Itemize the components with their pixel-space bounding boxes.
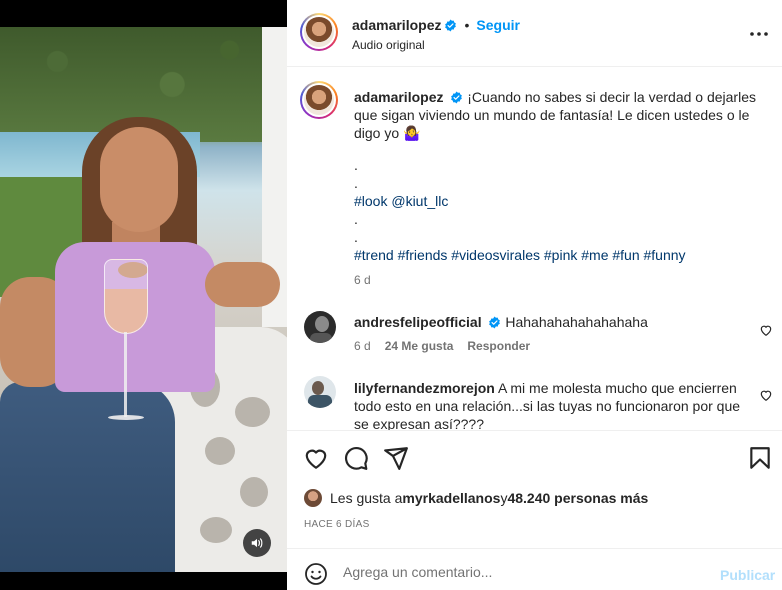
audio-label[interactable]: Audio original [352, 38, 425, 52]
comment-item: andresfelipeofficial Hahahahahahahahaha … [287, 311, 782, 371]
video-player[interactable] [0, 27, 287, 572]
comment-item: lilyfernandezmorejon A mi me molesta muc… [287, 376, 782, 430]
comment-username[interactable]: andresfelipeofficial [354, 314, 482, 330]
heart-icon[interactable] [303, 445, 329, 471]
bookmark-icon[interactable] [747, 445, 773, 471]
publish-button[interactable]: Publicar [720, 567, 775, 583]
post-date[interactable]: HACE 6 DÍAS [304, 519, 370, 530]
header-username[interactable]: adamarilopez [352, 17, 441, 33]
comment-likes-count[interactable]: 24 Me gusta [385, 339, 454, 353]
sound-toggle-button[interactable] [243, 529, 271, 557]
verified-badge-icon [445, 19, 457, 31]
add-comment-bar: Publicar [287, 548, 782, 590]
more-options-icon[interactable] [747, 24, 771, 44]
post-caption: adamarilopez ¡Cuando no sabes si decir l… [354, 88, 764, 264]
comment-body: lilyfernandezmorejon A mi me molesta muc… [354, 379, 749, 430]
wine-glass-stem [124, 332, 127, 417]
share-icon[interactable] [383, 445, 409, 471]
likes-prefix: Les gusta a [330, 490, 403, 506]
speaker-icon [251, 538, 263, 548]
comments-section[interactable]: adamarilopez ¡Cuando no sabes si decir l… [287, 68, 782, 430]
avatar[interactable] [304, 311, 336, 343]
caption-hashtags[interactable]: #trend #friends #videosvirales #pink #me… [354, 246, 764, 264]
caption-timestamp[interactable]: 6 d [354, 273, 371, 287]
reply-button[interactable]: Responder [467, 339, 530, 353]
likes-middle: y [500, 490, 508, 506]
video-person-arm [205, 262, 280, 307]
comment-input[interactable] [343, 557, 703, 587]
heart-icon[interactable] [759, 388, 773, 402]
media-panel [0, 0, 287, 590]
header-user-row: adamarilopez • Seguir [352, 17, 520, 33]
avatar[interactable] [300, 13, 338, 51]
comment-timestamp[interactable]: 6 d [354, 339, 371, 353]
wine-glass-base [108, 415, 144, 420]
comment-body: andresfelipeofficial Hahahahahahahahaha [354, 313, 749, 331]
comment-username[interactable]: lilyfernandezmorejon [354, 380, 495, 396]
comment-icon[interactable] [343, 445, 369, 471]
verified-badge-icon [489, 316, 501, 329]
separator-dot: • [464, 17, 470, 33]
caption-mention-link[interactable]: #look @kiut_llc [354, 192, 764, 210]
likes-username[interactable]: myrkadellanos [402, 490, 500, 506]
avatar[interactable] [300, 81, 338, 119]
caption-username[interactable]: adamarilopez [354, 89, 443, 105]
caption-dot: . [354, 229, 358, 245]
video-person-jeans [0, 382, 175, 572]
avatar[interactable] [304, 376, 336, 408]
verified-badge-icon [451, 91, 463, 104]
likes-summary[interactable]: Les gusta a myrkadellanos y 48.240 perso… [304, 489, 648, 507]
emoji-icon[interactable] [304, 562, 328, 586]
post-header: adamarilopez • Seguir Audio original [287, 0, 782, 67]
liker-avatar[interactable] [304, 489, 322, 507]
wine-glass [104, 259, 148, 334]
comment-text: Hahahahahahahahaha [505, 314, 648, 330]
caption-dot: . [354, 157, 358, 173]
caption-dot: . [354, 211, 358, 227]
heart-icon[interactable] [759, 323, 773, 337]
post-side-panel: adamarilopez • Seguir Audio original ada… [287, 0, 782, 590]
follow-button[interactable]: Seguir [476, 17, 520, 33]
comment-meta: 6 d 24 Me gusta Responder [354, 339, 530, 353]
post-actions: Les gusta a myrkadellanos y 48.240 perso… [287, 430, 782, 550]
video-person-face [100, 127, 178, 232]
caption-dot: . [354, 175, 358, 191]
likes-count[interactable]: 48.240 personas más [507, 490, 648, 506]
